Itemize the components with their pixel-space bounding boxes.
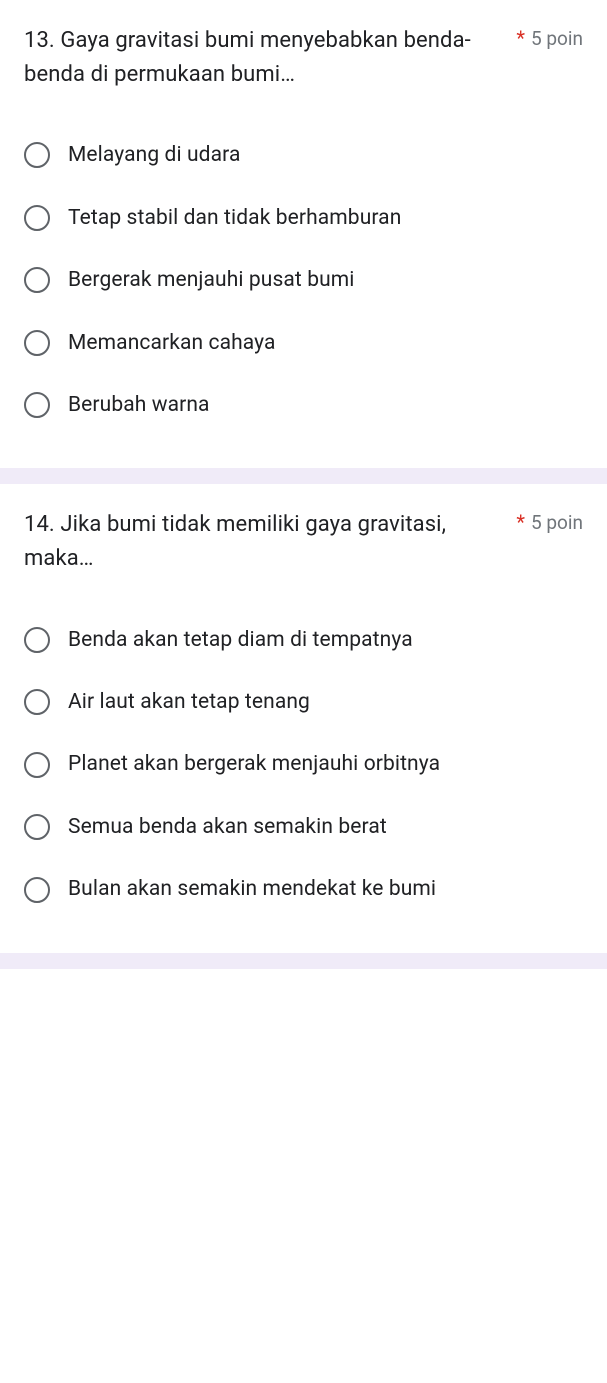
radio-icon bbox=[24, 627, 50, 653]
option-text: Memancarkan cahaya bbox=[68, 328, 276, 358]
radio-option[interactable]: Tetap stabil dan tidak berhamburan bbox=[24, 187, 583, 249]
radio-option[interactable]: Air laut akan tetap tenang bbox=[24, 671, 583, 733]
radio-icon bbox=[24, 877, 50, 903]
card-separator bbox=[0, 953, 607, 969]
points-label: 5 poin bbox=[531, 511, 583, 534]
question-text: 13. Gaya gravitasi bumi menyebabkan bend… bbox=[24, 24, 500, 92]
question-card: 13. Gaya gravitasi bumi menyebabkan bend… bbox=[0, 0, 607, 468]
option-text: Tetap stabil dan tidak berhamburan bbox=[68, 203, 401, 233]
radio-option[interactable]: Bergerak menjauhi pusat bumi bbox=[24, 249, 583, 311]
radio-icon bbox=[24, 752, 50, 778]
option-text: Semua benda akan semakin berat bbox=[68, 812, 387, 842]
option-text: Melayang di udara bbox=[68, 140, 240, 170]
radio-icon bbox=[24, 814, 50, 840]
option-text: Bulan akan semakin mendekat ke bumi bbox=[68, 874, 436, 904]
question-header: 13. Gaya gravitasi bumi menyebabkan bend… bbox=[24, 24, 583, 92]
option-text: Bergerak menjauhi pusat bumi bbox=[68, 265, 355, 295]
radio-option[interactable]: Berubah warna bbox=[24, 374, 583, 436]
options-list: Benda akan tetap diam di tempatnya Air l… bbox=[24, 609, 583, 921]
radio-option[interactable]: Memancarkan cahaya bbox=[24, 312, 583, 374]
option-text: Planet akan bergerak menjauhi orbitnya bbox=[68, 749, 440, 779]
radio-icon bbox=[24, 689, 50, 715]
points-wrapper: * 5 poin bbox=[516, 24, 583, 50]
option-text: Benda akan tetap diam di tempatnya bbox=[68, 625, 413, 655]
radio-icon bbox=[24, 205, 50, 231]
radio-icon bbox=[24, 267, 50, 293]
question-text: 14. Jika bumi tidak memiliki gaya gravit… bbox=[24, 508, 500, 576]
radio-icon bbox=[24, 142, 50, 168]
options-list: Melayang di udara Tetap stabil dan tidak… bbox=[24, 124, 583, 436]
radio-option[interactable]: Melayang di udara bbox=[24, 124, 583, 186]
points-label: 5 poin bbox=[531, 27, 583, 50]
required-indicator: * bbox=[516, 510, 525, 534]
radio-icon bbox=[24, 392, 50, 418]
radio-icon bbox=[24, 330, 50, 356]
option-text: Air laut akan tetap tenang bbox=[68, 687, 310, 717]
question-card: 14. Jika bumi tidak memiliki gaya gravit… bbox=[0, 484, 607, 952]
required-indicator: * bbox=[516, 26, 525, 50]
question-header: 14. Jika bumi tidak memiliki gaya gravit… bbox=[24, 508, 583, 576]
card-separator bbox=[0, 468, 607, 484]
radio-option[interactable]: Semua benda akan semakin berat bbox=[24, 796, 583, 858]
radio-option[interactable]: Benda akan tetap diam di tempatnya bbox=[24, 609, 583, 671]
radio-option[interactable]: Planet akan bergerak menjauhi orbitnya bbox=[24, 733, 583, 795]
points-wrapper: * 5 poin bbox=[516, 508, 583, 534]
option-text: Berubah warna bbox=[68, 390, 210, 420]
radio-option[interactable]: Bulan akan semakin mendekat ke bumi bbox=[24, 858, 583, 920]
